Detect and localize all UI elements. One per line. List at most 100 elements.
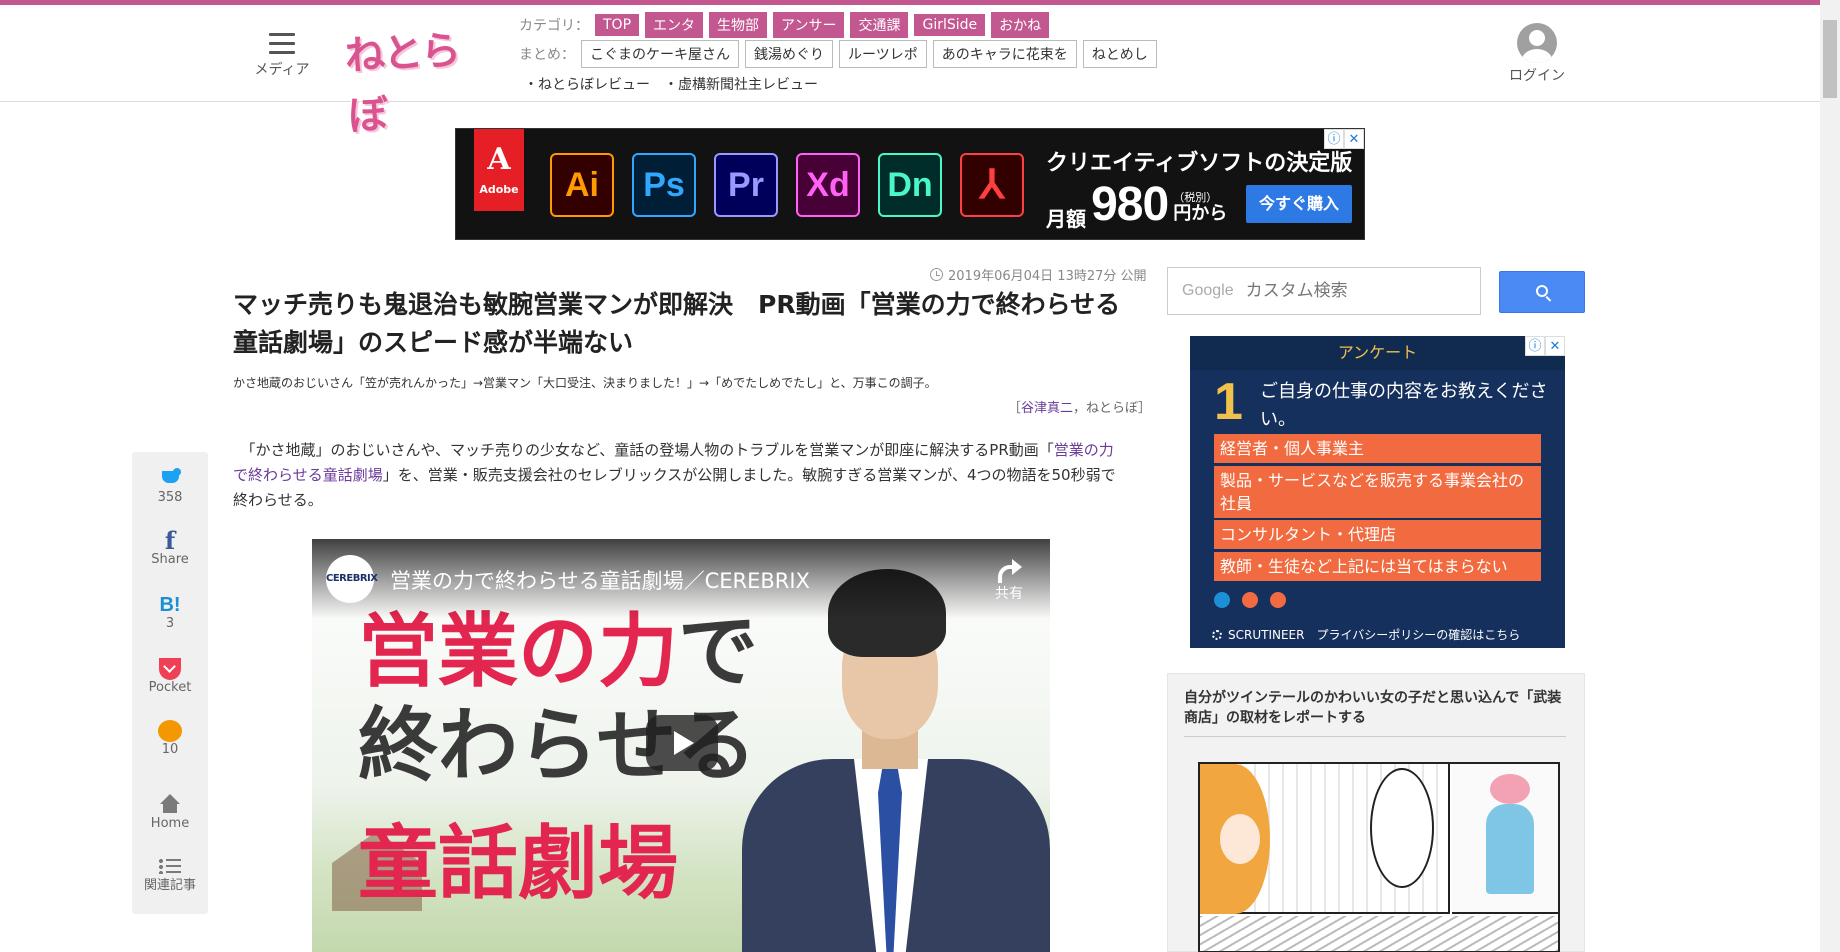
article-byline: ［谷津真二，ねとらぼ］ xyxy=(1008,397,1151,416)
search-input[interactable] xyxy=(1245,281,1446,301)
channel-avatar[interactable]: CEREBRIX xyxy=(326,555,378,603)
survey-info-icon[interactable]: ⓘ xyxy=(1525,336,1545,356)
survey-pagination xyxy=(1214,592,1298,608)
ad-close-icon[interactable]: ✕ xyxy=(1344,129,1364,149)
ad-info-icon[interactable]: ⓘ xyxy=(1324,129,1344,149)
ad-price-unit: 円から xyxy=(1173,203,1228,225)
google-brand-label: Google xyxy=(1182,282,1234,299)
scrollbar-thumb[interactable] xyxy=(1823,20,1837,98)
hatena-count: 3 xyxy=(165,616,175,631)
category-seibutsubu[interactable]: 生物部 xyxy=(709,12,768,38)
review-link-kyoko[interactable]: ・虚構新聞社主レビュー xyxy=(664,74,818,94)
twitter-icon xyxy=(159,468,181,490)
play-icon[interactable] xyxy=(646,715,718,771)
author-link[interactable]: 谷津真二 xyxy=(1021,401,1073,416)
photoshop-icon: Ps xyxy=(632,153,696,217)
pocket-label: Pocket xyxy=(148,680,192,695)
hatena-bookmark-icon: B! xyxy=(159,594,181,616)
thumbnail-text-line3: 童話劇場 xyxy=(358,816,678,910)
clock-icon xyxy=(930,268,943,281)
site-logo[interactable]: ねとらぼ xyxy=(344,19,487,140)
survey-option-4[interactable]: 教師・生徒など上記には当てはまらない xyxy=(1214,552,1541,581)
category-girlside[interactable]: GirlSide xyxy=(914,14,986,36)
adobe-ad-banner[interactable]: A Adobe Ai Ps Pr Xd Dn ⅄ クリエイティブソフトの決定版 … xyxy=(455,128,1365,240)
survey-ad-choices: ⓘ ✕ xyxy=(1525,336,1565,356)
related-articles-label: 関連記事 xyxy=(143,878,196,893)
avatar-icon xyxy=(1517,23,1557,63)
video-share-button[interactable]: 共有 xyxy=(984,557,1034,603)
video-title[interactable]: 営業の力で終わらせる童話劇場／CEREBRIX xyxy=(390,565,810,595)
ad-price-prefix: 月額 xyxy=(1046,207,1086,231)
facebook-share-button[interactable]: f Share xyxy=(132,526,208,568)
article-lead: 「かさ地蔵」のおじいさんや、マッチ売りの少女など、童話の登場人物のトラブルを営業… xyxy=(233,438,1123,513)
related-article-image[interactable] xyxy=(1198,762,1560,952)
twitter-share-button[interactable]: 358 xyxy=(132,468,208,506)
review-links: ・ねとらぼレビュー ・虚構新聞社主レビュー xyxy=(524,74,832,94)
media-menu-label: メディア xyxy=(254,62,310,78)
category-okane[interactable]: おかね xyxy=(991,12,1050,38)
matome-label: まとめ： xyxy=(519,47,575,63)
search-icon xyxy=(1536,285,1548,297)
category-enta[interactable]: エンタ xyxy=(645,12,704,38)
home-icon xyxy=(159,794,181,816)
custom-search-box: Google xyxy=(1167,267,1481,315)
matome-nav: まとめ： こぐまのケーキ屋さん 銭湯めぐり ルーツレポ あのキャラに花束を ねと… xyxy=(519,40,1163,68)
share-sidebar: 358 f Share B! 3 Pocket 10 Home 関連記事 xyxy=(132,452,208,914)
acrobat-icon: ⅄ xyxy=(960,153,1024,217)
scrutineer-icon xyxy=(1212,629,1222,640)
dimension-icon: Dn xyxy=(878,153,942,217)
page-scrollbar[interactable] xyxy=(1820,0,1840,952)
related-article-title[interactable]: 自分がツインテールのかわいい女の子だと思い込んで「武装商店」の取材をレポートする xyxy=(1184,688,1566,737)
facebook-label: Share xyxy=(151,552,189,567)
survey-option-3[interactable]: コンサルタント・代理店 xyxy=(1214,520,1541,549)
share-arrow-icon xyxy=(996,557,1022,583)
matome-netomeshi[interactable]: ねとめし xyxy=(1082,40,1157,68)
survey-dot-2[interactable] xyxy=(1242,592,1258,608)
pocket-icon xyxy=(159,658,181,680)
media-menu-button[interactable]: メディア xyxy=(252,27,312,83)
survey-option-1[interactable]: 経営者・個人事業主 xyxy=(1214,434,1541,463)
survey-privacy-link[interactable]: プライバシーポリシーの確認はこちら xyxy=(1316,626,1520,643)
survey-header: アンケート xyxy=(1190,336,1565,370)
search-button[interactable] xyxy=(1499,271,1585,313)
comment-button[interactable]: 10 xyxy=(132,720,208,758)
article-subtitle: かさ地蔵のおじいさん「笠が売れんかった」→営業マン「大口受注、決まりました！」→… xyxy=(233,376,937,390)
lead-text-before: 「かさ地蔵」のおじいさんや、マッチ売りの少女など、童話の登場人物のトラブルを営業… xyxy=(233,441,1054,459)
category-top[interactable]: TOP xyxy=(595,14,640,36)
survey-dot-1[interactable] xyxy=(1214,592,1230,608)
list-icon xyxy=(159,856,181,878)
premiere-icon: Pr xyxy=(714,153,778,217)
facebook-icon: f xyxy=(164,526,176,555)
video-player[interactable]: 営業の力で 終わらせる 童話劇場 CEREBRIX 営業の力で終わらせる童話劇場… xyxy=(312,539,1050,952)
matome-roots[interactable]: ルーツレポ xyxy=(839,40,927,68)
home-button[interactable]: Home xyxy=(132,794,208,832)
illustrator-icon: Ai xyxy=(550,153,614,217)
category-koutsuka[interactable]: 交通課 xyxy=(850,12,909,38)
survey-ad: アンケート ⓘ ✕ 1 ご自身の仕事の内容をお教えください。 経営者・個人事業主… xyxy=(1190,336,1565,648)
survey-dot-3[interactable] xyxy=(1270,592,1286,608)
pocket-button[interactable]: Pocket xyxy=(132,658,208,696)
review-link-netorabo[interactable]: ・ねとらぼレビュー xyxy=(524,74,650,94)
twitter-count: 358 xyxy=(157,490,183,505)
survey-option-2[interactable]: 製品・サービスなどを販売する事業会社の社員 xyxy=(1214,466,1541,518)
survey-question-number: 1 xyxy=(1214,373,1243,431)
publish-date-text: 2019年06月04日 13時27分 公開 xyxy=(948,269,1147,284)
category-answer[interactable]: アンサー xyxy=(773,12,845,38)
category-nav: カテゴリ： TOP エンタ 生物部 アンサー 交通課 GirlSide おかね xyxy=(519,12,1055,38)
survey-footer-brand: SCRUTINEER xyxy=(1228,627,1305,642)
login-label: ログイン xyxy=(1509,68,1565,84)
matome-hanataba[interactable]: あのキャラに花束を xyxy=(932,40,1077,68)
article-title: マッチ売りも鬼退治も敏腕営業マンが即解決 PR動画「営業の力で終わらせる童話劇場… xyxy=(233,290,1121,357)
matome-sento[interactable]: 銭湯めぐり xyxy=(745,40,833,68)
category-label: カテゴリ： xyxy=(519,18,589,34)
comment-icon xyxy=(158,720,182,742)
ad-price: 月額 980 （税別） 円から xyxy=(1046,177,1227,232)
survey-close-icon[interactable]: ✕ xyxy=(1545,336,1565,356)
ad-buy-button[interactable]: 今すぐ購入 xyxy=(1246,185,1352,223)
login-button[interactable]: ログイン xyxy=(1504,23,1570,85)
site-header: メディア ねとらぼ カテゴリ： TOP エンタ 生物部 アンサー 交通課 Gir… xyxy=(0,5,1820,140)
hatena-bookmark-button[interactable]: B! 3 xyxy=(132,594,208,632)
related-articles-button[interactable]: 関連記事 xyxy=(132,856,208,894)
matome-koguma[interactable]: こぐまのケーキ屋さん xyxy=(581,40,739,68)
publish-date: 2019年06月04日 13時27分 公開 xyxy=(930,265,1147,284)
